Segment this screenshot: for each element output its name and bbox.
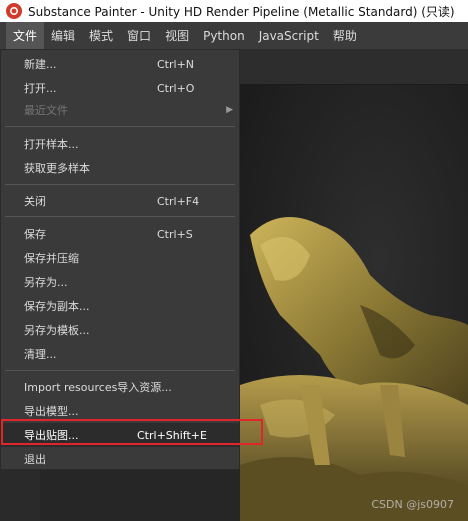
menu-file[interactable]: 文件 [6,22,45,49]
menu-item-label: 打开样本... [24,138,79,151]
menu-item-get-more-samples[interactable]: 获取更多样本 [1,156,239,180]
menu-python[interactable]: Python [196,22,252,49]
title-bar: Substance Painter - Unity HD Render Pipe… [0,0,468,22]
menu-window[interactable]: 窗口 [120,22,158,49]
menu-view[interactable]: 视图 [158,22,196,49]
menu-item-label: 清理... [24,348,57,361]
menu-item-shortcut: Ctrl+S [157,227,193,241]
highlight-annotation-box [1,419,263,445]
menu-item-label: 关闭 [24,195,46,208]
menu-item-shortcut: Ctrl+N [157,57,195,71]
window-title: Substance Painter - Unity HD Render Pipe… [28,4,455,19]
menu-help[interactable]: 帮助 [326,22,364,49]
viewport-toolbar [240,49,468,85]
lion-model-render [240,217,468,521]
menu-separator [5,126,235,127]
menu-item-label: 退出 [24,453,46,466]
menu-item-label: 打开... [24,82,57,95]
menu-item-save-as-template[interactable]: 另存为模板... [1,318,239,342]
menu-item-new[interactable]: 新建... Ctrl+N [1,52,239,76]
submenu-arrow-icon: ▶ [226,105,233,115]
menu-item-clean[interactable]: 清理... [1,342,239,366]
menu-separator [5,370,235,371]
menu-mode[interactable]: 模式 [82,22,120,49]
menu-item-label: 导出模型... [24,405,79,418]
menu-separator [5,216,235,217]
menu-item-open[interactable]: 打开... Ctrl+O [1,76,239,100]
file-menu-dropdown: 新建... Ctrl+N 打开... Ctrl+O 最近文件 ▶ 打开样本...… [0,49,240,470]
menu-item-exit[interactable]: 退出 [1,447,239,471]
menu-item-label: 另存为模板... [24,324,90,337]
menu-item-label: 获取更多样本 [24,162,90,175]
menu-item-open-sample[interactable]: 打开样本... [1,132,239,156]
menu-item-recent-files[interactable]: 最近文件 ▶ [1,98,239,122]
menu-bar: 文件 编辑 模式 窗口 视图 Python JavaScript 帮助 [0,22,468,49]
menu-item-save-and-compact[interactable]: 保存并压缩 [1,246,239,270]
menu-item-shortcut: Ctrl+O [157,81,195,95]
menu-item-shortcut: Ctrl+F4 [157,194,200,208]
menu-edit[interactable]: 编辑 [44,22,82,49]
menu-javascript[interactable]: JavaScript [252,22,326,49]
menu-item-label: Import resources导入资源... [24,381,172,394]
menu-item-label: 保存 [24,228,46,241]
menu-item-close[interactable]: 关闭 Ctrl+F4 [1,189,239,213]
substance-logo-icon [6,3,22,19]
3d-viewport[interactable]: CSDN @js0907 [240,85,468,521]
watermark: CSDN @js0907 [371,498,454,511]
menu-item-save[interactable]: 保存 Ctrl+S [1,222,239,246]
menu-item-label: 新建... [24,58,57,71]
menu-item-save-as-copy[interactable]: 保存为副本... [1,294,239,318]
menu-item-import-resources[interactable]: Import resources导入资源... [1,375,239,399]
menu-item-label: 另存为... [24,276,68,289]
menu-item-save-as[interactable]: 另存为... [1,270,239,294]
menu-item-label: 保存为副本... [24,300,90,313]
menu-separator [5,184,235,185]
menu-item-label: 最近文件 [24,104,68,117]
menu-item-label: 保存并压缩 [24,252,79,265]
